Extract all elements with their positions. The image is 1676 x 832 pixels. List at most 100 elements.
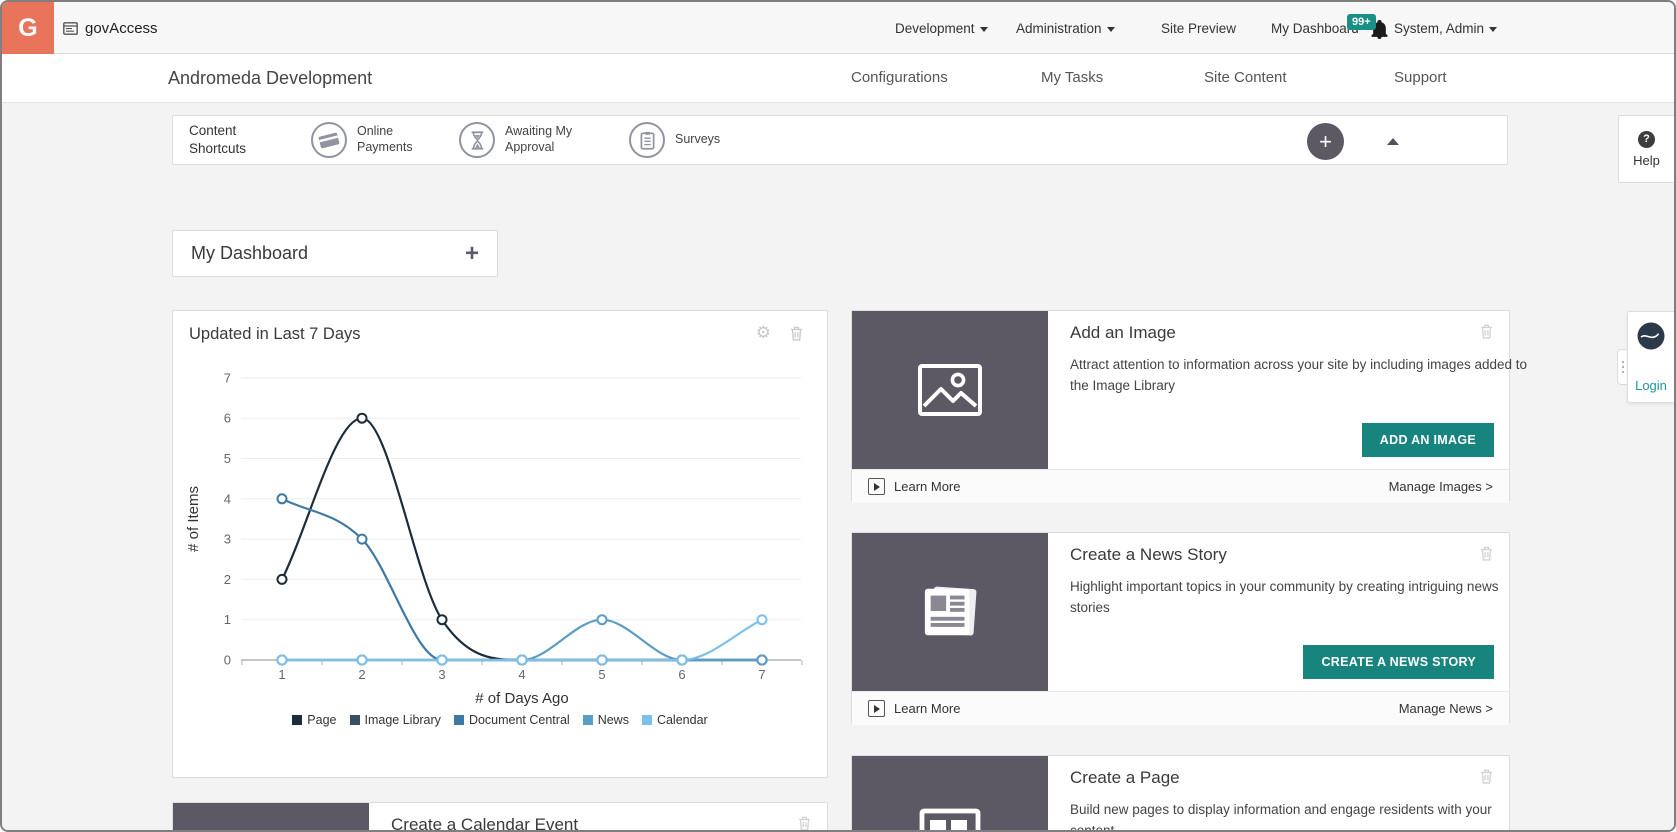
- login-label: Login: [1635, 378, 1667, 393]
- learn-more-link[interactable]: Learn More: [868, 478, 960, 495]
- card-image-panel: [173, 803, 369, 832]
- top-bar: G govAccess Development Administration S…: [2, 2, 1674, 54]
- line-chart: 012345671234567# of Days Ago# of Items: [173, 311, 827, 711]
- image-icon: [917, 363, 983, 417]
- nav-configurations[interactable]: Configurations: [851, 54, 948, 102]
- app-name: govAccess: [85, 20, 158, 37]
- chevron-up-icon[interactable]: [1387, 138, 1399, 145]
- svg-text:# of Days Ago: # of Days Ago: [475, 690, 568, 707]
- create-news-story-button[interactable]: CREATE A NEWS STORY: [1303, 645, 1494, 679]
- legend-item: Calendar: [642, 713, 708, 727]
- nav-site-preview[interactable]: Site Preview: [1161, 2, 1236, 54]
- svg-text:5: 5: [598, 667, 605, 682]
- trash-icon[interactable]: [1480, 769, 1493, 789]
- learn-more-link[interactable]: Learn More: [868, 700, 960, 717]
- svg-text:2: 2: [358, 667, 365, 682]
- card-image-panel: [852, 756, 1048, 832]
- my-dashboard-card: My Dashboard +: [172, 230, 498, 277]
- question-mark-icon: ?: [1638, 131, 1655, 148]
- site-bar: Andromeda Development Configurations My …: [2, 54, 1674, 103]
- add-an-image-card: Add an Image Attract attention to inform…: [851, 310, 1510, 502]
- legend-item: Page: [292, 713, 336, 727]
- card-title: Add an Image: [1070, 323, 1176, 343]
- user-menu[interactable]: System, Admin: [1394, 2, 1497, 54]
- legend-item: Document Central: [454, 713, 570, 727]
- login-panel[interactable]: Login: [1627, 311, 1674, 403]
- login-brand-icon: [1636, 321, 1666, 351]
- svg-text:1: 1: [278, 667, 285, 682]
- svg-text:0: 0: [224, 653, 231, 668]
- caret-down-icon: [1107, 27, 1115, 32]
- card-footer: Learn More Manage Images >: [852, 469, 1509, 503]
- content-shortcuts-bar: Content Shortcuts Online Payments: [172, 115, 1508, 165]
- svg-text:3: 3: [224, 532, 231, 547]
- svg-text:1: 1: [224, 612, 231, 627]
- nav-development[interactable]: Development: [895, 2, 988, 54]
- play-icon: [868, 478, 885, 495]
- add-an-image-button[interactable]: ADD AN IMAGE: [1362, 423, 1494, 457]
- legend-swatch: [454, 715, 464, 725]
- newspaper-icon: [917, 583, 983, 641]
- legend-swatch: [350, 715, 360, 725]
- help-panel[interactable]: ? Help: [1618, 115, 1674, 183]
- svg-text:7: 7: [758, 667, 765, 682]
- add-widget-button[interactable]: +: [465, 242, 479, 266]
- main-content: Content Shortcuts Online Payments: [2, 103, 1674, 830]
- trash-icon[interactable]: [798, 816, 811, 832]
- shortcuts-title: Content Shortcuts: [189, 122, 271, 157]
- site-name: Andromeda Development: [168, 54, 372, 102]
- legend-item: News: [583, 713, 629, 727]
- nav-support[interactable]: Support: [1394, 54, 1447, 102]
- create-news-story-card: Create a News Story Highlight important …: [851, 532, 1510, 724]
- browser-window-icon: [63, 22, 78, 35]
- create-page-card: Create a Page Build new pages to display…: [851, 755, 1510, 832]
- manage-news-link[interactable]: Manage News >: [1399, 701, 1493, 716]
- card-title: Create a Page: [1070, 768, 1180, 788]
- legend-item: Image Library: [350, 713, 441, 727]
- svg-text:4: 4: [224, 491, 231, 506]
- help-label: Help: [1633, 153, 1660, 168]
- app-name-chip: govAccess: [63, 2, 158, 54]
- chart-legend: Page Image Library Document Central News Cal…: [173, 713, 827, 727]
- create-calendar-event-card: Create a Calendar Event: [172, 802, 828, 832]
- page-layout-icon: [919, 808, 981, 832]
- play-icon: [868, 700, 885, 717]
- app-window: G govAccess Development Administration S…: [0, 0, 1676, 832]
- shortcut-awaiting-my-approval[interactable]: Awaiting My Approval: [459, 122, 589, 158]
- shortcut-online-payments[interactable]: Online Payments: [311, 122, 419, 158]
- chart-card: Updated in Last 7 Days ⚙ 012345671234567…: [172, 310, 828, 778]
- series-calendar: [278, 615, 767, 664]
- card-image-panel: [852, 311, 1048, 469]
- page-title: My Dashboard: [191, 243, 308, 264]
- nav-administration[interactable]: Administration: [1016, 2, 1115, 54]
- caret-down-icon: [980, 27, 988, 32]
- govaccess-logo[interactable]: G: [2, 2, 54, 54]
- card-title: Create a News Story: [1070, 545, 1227, 565]
- legend-swatch: [642, 715, 652, 725]
- clipboard-icon: [629, 122, 665, 158]
- nav-my-dashboard[interactable]: My Dashboard: [1271, 2, 1359, 54]
- legend-swatch: [583, 715, 593, 725]
- svg-text:2: 2: [224, 572, 231, 587]
- svg-text:4: 4: [518, 667, 525, 682]
- trash-icon[interactable]: [1480, 324, 1493, 344]
- nav-site-content[interactable]: Site Content: [1204, 54, 1287, 102]
- legend-swatch: [292, 715, 302, 725]
- svg-text:6: 6: [224, 411, 231, 426]
- nav-my-tasks[interactable]: My Tasks: [1041, 54, 1103, 102]
- svg-text:6: 6: [678, 667, 685, 682]
- caret-down-icon: [1489, 27, 1497, 32]
- card-description: Highlight important topics in your commu…: [1070, 577, 1532, 619]
- shortcut-surveys[interactable]: Surveys: [629, 122, 720, 158]
- credit-card-icon: [311, 122, 347, 158]
- add-shortcut-button[interactable]: +: [1307, 123, 1344, 160]
- card-image-panel: [852, 533, 1048, 691]
- svg-text:3: 3: [438, 667, 445, 682]
- card-title: Create a Calendar Event: [391, 815, 578, 832]
- notification-badge: 99+: [1347, 14, 1376, 30]
- manage-images-link[interactable]: Manage Images >: [1389, 479, 1493, 494]
- trash-icon[interactable]: [1480, 546, 1493, 566]
- card-footer: Learn More Manage News >: [852, 691, 1509, 725]
- svg-text:7: 7: [224, 370, 231, 385]
- svg-text:# of Items: # of Items: [185, 486, 202, 552]
